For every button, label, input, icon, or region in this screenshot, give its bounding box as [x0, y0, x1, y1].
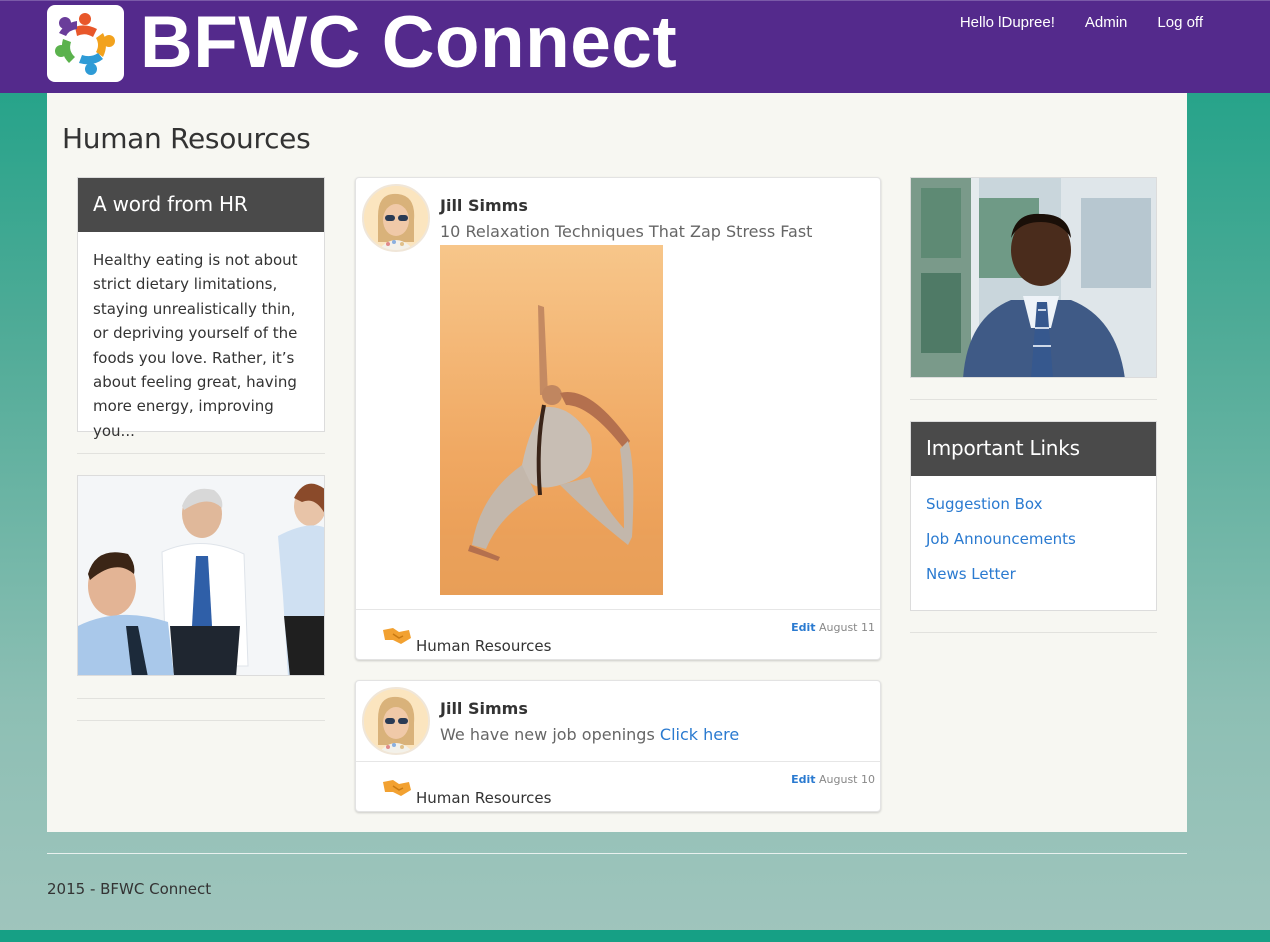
- divider: [910, 632, 1157, 633]
- post-meta: Edit August 11: [791, 621, 875, 634]
- footer-divider: [47, 853, 1187, 854]
- post-date: August 10: [819, 773, 875, 786]
- job-announcements-link[interactable]: Job Announcements: [926, 530, 1141, 548]
- main-container: Human Resources A word from HR Healthy e…: [47, 93, 1187, 832]
- yoga-image[interactable]: [440, 245, 663, 595]
- click-here-link[interactable]: Click here: [660, 725, 739, 744]
- bottom-bar: [0, 930, 1270, 942]
- navbar: BFWC Connect Hello lDupree! Admin Log of…: [0, 0, 1270, 93]
- admin-link[interactable]: Admin: [1085, 14, 1128, 32]
- edit-link[interactable]: Edit: [791, 773, 815, 786]
- post-author[interactable]: Jill Simms: [440, 196, 528, 215]
- post-footer: Human Resources Edit August 11: [356, 609, 880, 659]
- post-date: August 11: [819, 621, 875, 634]
- handshake-icon: [383, 626, 411, 646]
- hr-panel-heading: A word from HR: [78, 178, 324, 232]
- post-category[interactable]: Human Resources: [416, 789, 551, 807]
- author-avatar[interactable]: [362, 184, 430, 252]
- important-links-panel: Important Links Suggestion Box Job Annou…: [910, 421, 1157, 611]
- hr-panel-text: Healthy eating is not about strict dieta…: [93, 251, 298, 440]
- hr-word-panel: A word from HR Healthy eating is not abo…: [77, 177, 325, 440]
- post-footer: Human Resources Edit August 10: [356, 761, 880, 811]
- edit-link[interactable]: Edit: [791, 621, 815, 634]
- post-title[interactable]: 10 Relaxation Techniques That Zap Stress…: [440, 222, 812, 241]
- post-text: 10 Relaxation Techniques That Zap Stress…: [440, 222, 812, 241]
- divider: [77, 453, 325, 454]
- links-panel-heading: Important Links: [911, 422, 1156, 476]
- businessman-photo: [910, 177, 1157, 378]
- handshake-icon: [383, 778, 411, 798]
- greeting-link[interactable]: Hello lDupree!: [960, 14, 1055, 32]
- top-nav: Hello lDupree! Admin Log off: [960, 14, 1203, 32]
- brand-logo-icon[interactable]: [47, 5, 124, 82]
- post-author[interactable]: Jill Simms: [440, 699, 528, 718]
- logoff-link[interactable]: Log off: [1157, 14, 1203, 32]
- post-card: Jill Simms 10 Relaxation Techniques That…: [355, 177, 881, 660]
- post-category[interactable]: Human Resources: [416, 637, 551, 655]
- links-list: Suggestion Box Job Announcements News Le…: [911, 476, 1156, 619]
- post-meta: Edit August 10: [791, 773, 875, 786]
- divider: [77, 698, 325, 699]
- post-text: We have new job openings Click here: [440, 725, 739, 744]
- divider: [77, 720, 325, 721]
- post-body: We have new job openings: [440, 725, 655, 744]
- footer-copyright: 2015 - BFWC Connect: [47, 880, 212, 898]
- team-photo: [77, 475, 325, 676]
- page-title: Human Resources: [62, 122, 311, 155]
- news-letter-link[interactable]: News Letter: [926, 565, 1141, 583]
- suggestion-box-link[interactable]: Suggestion Box: [926, 495, 1141, 513]
- author-avatar[interactable]: [362, 687, 430, 755]
- brand-title[interactable]: BFWC Connect: [140, 1, 677, 87]
- divider: [910, 399, 1157, 400]
- post-card: Jill Simms We have new job openings Clic…: [355, 680, 881, 812]
